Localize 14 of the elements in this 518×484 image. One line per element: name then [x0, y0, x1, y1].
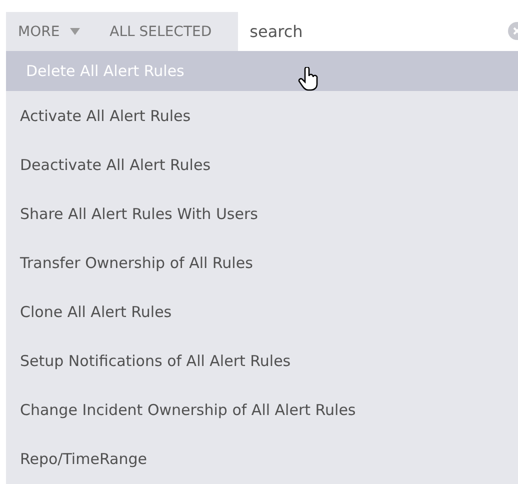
menu-item[interactable]: Transfer Ownership of All Rules	[6, 238, 518, 287]
menu-item[interactable]: Activate All Alert Rules	[6, 91, 518, 140]
all-selected-label: ALL SELECTED	[110, 24, 212, 40]
menu-item[interactable]: Clone All Alert Rules	[6, 287, 518, 336]
hand-cursor-icon	[298, 67, 320, 91]
clear-icon[interactable]	[508, 22, 518, 40]
menu-item[interactable]: Change Incident Ownership of All Alert Rules	[6, 385, 518, 434]
menu-item[interactable]: Setup Notifications of All Alert Rules	[6, 336, 518, 385]
menu-item[interactable]: Repo/TimeRange	[6, 434, 518, 483]
menu-item[interactable]: Deactivate All Alert Rules	[6, 140, 518, 189]
menu-item[interactable]: Share All Alert Rules With Users	[6, 189, 518, 238]
caret-icon	[70, 28, 80, 35]
more-dropdown[interactable]: MORE	[12, 24, 86, 40]
search-field[interactable]: search	[238, 12, 518, 51]
